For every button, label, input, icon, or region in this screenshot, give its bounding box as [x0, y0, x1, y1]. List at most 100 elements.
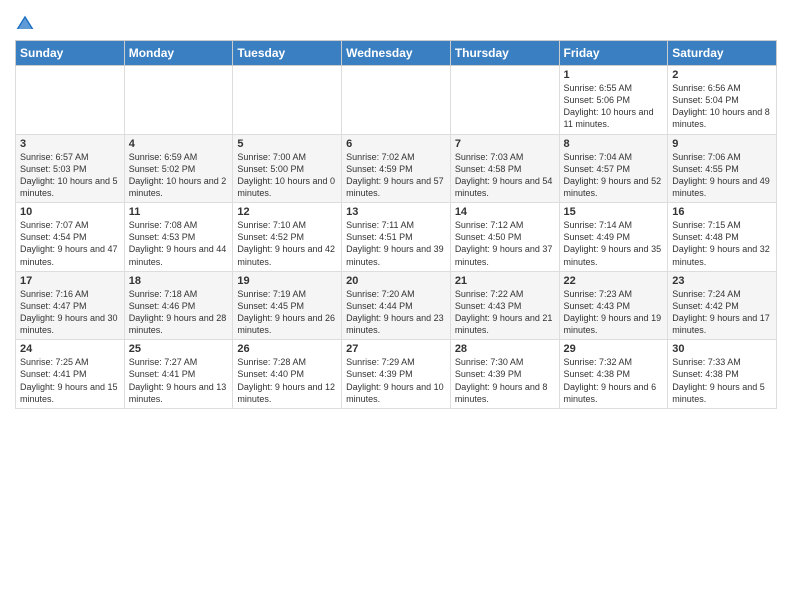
logo-icon [15, 14, 35, 34]
day-info: Sunrise: 7:28 AMSunset: 4:40 PMDaylight:… [237, 356, 337, 405]
day-number: 27 [346, 343, 446, 355]
week-row-2: 3Sunrise: 6:57 AMSunset: 5:03 PMDaylight… [16, 134, 777, 203]
day-info: Sunrise: 7:06 AMSunset: 4:55 PMDaylight:… [672, 151, 772, 200]
day-cell: 5Sunrise: 7:00 AMSunset: 5:00 PMDaylight… [233, 134, 342, 203]
day-cell: 26Sunrise: 7:28 AMSunset: 4:40 PMDayligh… [233, 340, 342, 409]
day-info: Sunrise: 7:11 AMSunset: 4:51 PMDaylight:… [346, 219, 446, 268]
day-info: Sunrise: 7:07 AMSunset: 4:54 PMDaylight:… [20, 219, 120, 268]
day-info: Sunrise: 6:55 AMSunset: 5:06 PMDaylight:… [564, 82, 664, 131]
day-number: 21 [455, 275, 555, 287]
day-number: 9 [672, 138, 772, 150]
day-number: 5 [237, 138, 337, 150]
day-info: Sunrise: 7:22 AMSunset: 4:43 PMDaylight:… [455, 288, 555, 337]
week-row-4: 17Sunrise: 7:16 AMSunset: 4:47 PMDayligh… [16, 271, 777, 340]
day-cell: 14Sunrise: 7:12 AMSunset: 4:50 PMDayligh… [450, 203, 559, 272]
day-number: 6 [346, 138, 446, 150]
day-number: 23 [672, 275, 772, 287]
day-number: 8 [564, 138, 664, 150]
day-cell: 29Sunrise: 7:32 AMSunset: 4:38 PMDayligh… [559, 340, 668, 409]
day-info: Sunrise: 7:33 AMSunset: 4:38 PMDaylight:… [672, 356, 772, 405]
day-cell [450, 66, 559, 135]
day-info: Sunrise: 7:18 AMSunset: 4:46 PMDaylight:… [129, 288, 229, 337]
day-number: 2 [672, 69, 772, 81]
day-number: 26 [237, 343, 337, 355]
day-info: Sunrise: 7:32 AMSunset: 4:38 PMDaylight:… [564, 356, 664, 405]
day-info: Sunrise: 7:12 AMSunset: 4:50 PMDaylight:… [455, 219, 555, 268]
day-number: 15 [564, 206, 664, 218]
week-row-1: 1Sunrise: 6:55 AMSunset: 5:06 PMDaylight… [16, 66, 777, 135]
day-number: 24 [20, 343, 120, 355]
day-cell: 16Sunrise: 7:15 AMSunset: 4:48 PMDayligh… [668, 203, 777, 272]
day-cell: 18Sunrise: 7:18 AMSunset: 4:46 PMDayligh… [124, 271, 233, 340]
day-cell: 24Sunrise: 7:25 AMSunset: 4:41 PMDayligh… [16, 340, 125, 409]
day-number: 16 [672, 206, 772, 218]
day-info: Sunrise: 7:25 AMSunset: 4:41 PMDaylight:… [20, 356, 120, 405]
calendar-table: SundayMondayTuesdayWednesdayThursdayFrid… [15, 40, 777, 409]
day-info: Sunrise: 7:08 AMSunset: 4:53 PMDaylight:… [129, 219, 229, 268]
day-cell: 25Sunrise: 7:27 AMSunset: 4:41 PMDayligh… [124, 340, 233, 409]
day-number: 3 [20, 138, 120, 150]
day-info: Sunrise: 6:59 AMSunset: 5:02 PMDaylight:… [129, 151, 229, 200]
logo [15, 14, 39, 34]
day-number: 30 [672, 343, 772, 355]
col-header-wednesday: Wednesday [342, 41, 451, 66]
day-cell: 2Sunrise: 6:56 AMSunset: 5:04 PMDaylight… [668, 66, 777, 135]
page: SundayMondayTuesdayWednesdayThursdayFrid… [0, 0, 792, 612]
day-cell [233, 66, 342, 135]
header [15, 10, 777, 34]
day-info: Sunrise: 7:23 AMSunset: 4:43 PMDaylight:… [564, 288, 664, 337]
day-info: Sunrise: 7:00 AMSunset: 5:00 PMDaylight:… [237, 151, 337, 200]
day-cell: 4Sunrise: 6:59 AMSunset: 5:02 PMDaylight… [124, 134, 233, 203]
day-info: Sunrise: 7:14 AMSunset: 4:49 PMDaylight:… [564, 219, 664, 268]
day-info: Sunrise: 7:03 AMSunset: 4:58 PMDaylight:… [455, 151, 555, 200]
week-row-3: 10Sunrise: 7:07 AMSunset: 4:54 PMDayligh… [16, 203, 777, 272]
day-cell: 3Sunrise: 6:57 AMSunset: 5:03 PMDaylight… [16, 134, 125, 203]
week-row-5: 24Sunrise: 7:25 AMSunset: 4:41 PMDayligh… [16, 340, 777, 409]
day-info: Sunrise: 7:19 AMSunset: 4:45 PMDaylight:… [237, 288, 337, 337]
day-cell: 28Sunrise: 7:30 AMSunset: 4:39 PMDayligh… [450, 340, 559, 409]
day-info: Sunrise: 7:04 AMSunset: 4:57 PMDaylight:… [564, 151, 664, 200]
day-cell: 20Sunrise: 7:20 AMSunset: 4:44 PMDayligh… [342, 271, 451, 340]
day-cell: 11Sunrise: 7:08 AMSunset: 4:53 PMDayligh… [124, 203, 233, 272]
day-cell [342, 66, 451, 135]
day-info: Sunrise: 6:56 AMSunset: 5:04 PMDaylight:… [672, 82, 772, 131]
col-header-sunday: Sunday [16, 41, 125, 66]
day-cell: 15Sunrise: 7:14 AMSunset: 4:49 PMDayligh… [559, 203, 668, 272]
day-info: Sunrise: 7:27 AMSunset: 4:41 PMDaylight:… [129, 356, 229, 405]
day-cell: 6Sunrise: 7:02 AMSunset: 4:59 PMDaylight… [342, 134, 451, 203]
day-number: 22 [564, 275, 664, 287]
day-cell: 9Sunrise: 7:06 AMSunset: 4:55 PMDaylight… [668, 134, 777, 203]
day-cell: 23Sunrise: 7:24 AMSunset: 4:42 PMDayligh… [668, 271, 777, 340]
day-cell: 10Sunrise: 7:07 AMSunset: 4:54 PMDayligh… [16, 203, 125, 272]
day-number: 17 [20, 275, 120, 287]
day-info: Sunrise: 7:10 AMSunset: 4:52 PMDaylight:… [237, 219, 337, 268]
day-cell: 21Sunrise: 7:22 AMSunset: 4:43 PMDayligh… [450, 271, 559, 340]
day-cell: 7Sunrise: 7:03 AMSunset: 4:58 PMDaylight… [450, 134, 559, 203]
day-number: 19 [237, 275, 337, 287]
day-cell: 22Sunrise: 7:23 AMSunset: 4:43 PMDayligh… [559, 271, 668, 340]
col-header-saturday: Saturday [668, 41, 777, 66]
col-header-friday: Friday [559, 41, 668, 66]
day-info: Sunrise: 6:57 AMSunset: 5:03 PMDaylight:… [20, 151, 120, 200]
day-info: Sunrise: 7:16 AMSunset: 4:47 PMDaylight:… [20, 288, 120, 337]
day-cell: 8Sunrise: 7:04 AMSunset: 4:57 PMDaylight… [559, 134, 668, 203]
day-info: Sunrise: 7:30 AMSunset: 4:39 PMDaylight:… [455, 356, 555, 405]
day-info: Sunrise: 7:29 AMSunset: 4:39 PMDaylight:… [346, 356, 446, 405]
day-number: 18 [129, 275, 229, 287]
day-cell: 30Sunrise: 7:33 AMSunset: 4:38 PMDayligh… [668, 340, 777, 409]
day-number: 10 [20, 206, 120, 218]
day-number: 1 [564, 69, 664, 81]
day-number: 25 [129, 343, 229, 355]
day-number: 20 [346, 275, 446, 287]
day-info: Sunrise: 7:02 AMSunset: 4:59 PMDaylight:… [346, 151, 446, 200]
day-number: 28 [455, 343, 555, 355]
day-number: 11 [129, 206, 229, 218]
col-header-thursday: Thursday [450, 41, 559, 66]
day-cell: 17Sunrise: 7:16 AMSunset: 4:47 PMDayligh… [16, 271, 125, 340]
day-number: 14 [455, 206, 555, 218]
day-info: Sunrise: 7:24 AMSunset: 4:42 PMDaylight:… [672, 288, 772, 337]
day-number: 7 [455, 138, 555, 150]
day-cell: 13Sunrise: 7:11 AMSunset: 4:51 PMDayligh… [342, 203, 451, 272]
day-number: 12 [237, 206, 337, 218]
day-cell [124, 66, 233, 135]
